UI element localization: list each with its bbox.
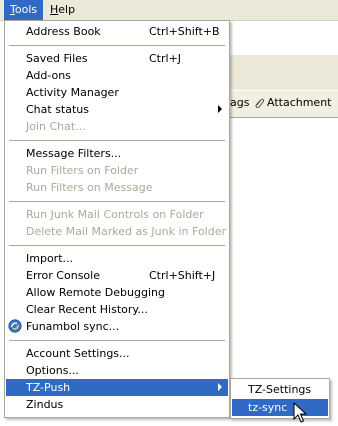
submenu-item-label: TZ-Settings — [248, 383, 312, 396]
menu-item-account-settings[interactable]: Account Settings... — [6, 345, 228, 362]
funambol-icon — [8, 319, 22, 333]
menu-item-label: TZ-Push — [26, 381, 71, 394]
menu-separator — [9, 201, 225, 202]
menu-help-label: elp — [58, 3, 76, 16]
menu-item-label: Join Chat... — [26, 120, 86, 133]
menu-item-label: Chat status — [26, 103, 90, 116]
menu-item-label: Funambol sync... — [26, 320, 120, 333]
menu-item-label: Saved Files — [26, 52, 88, 65]
menu-item-label: Run Junk Mail Controls on Folder — [26, 208, 204, 221]
menu-item-label: Allow Remote Debugging — [26, 286, 165, 299]
background-toolbar: ags Attachment — [230, 90, 338, 118]
menu-bar: Tools Help — [0, 0, 338, 21]
menu-item-activity-manager[interactable]: Activity Manager — [6, 84, 228, 101]
menu-item-label: Message Filters... — [26, 147, 122, 160]
menu-item-label: Clear Recent History... — [26, 303, 148, 316]
toolbar-tags-fragment[interactable]: ags — [230, 96, 249, 109]
tz-push-submenu: TZ-Settings tz-sync — [230, 378, 330, 419]
menu-item-run-filters-message: Run Filters on Message — [6, 179, 228, 196]
submenu-arrow-icon — [218, 105, 222, 113]
menu-item-tz-push[interactable]: TZ-Push — [6, 379, 228, 396]
menu-tools[interactable]: Tools — [4, 0, 44, 20]
submenu-arrow-icon — [218, 383, 222, 391]
menu-separator — [9, 245, 225, 246]
menu-item-run-filters-folder: Run Filters on Folder — [6, 162, 228, 179]
menu-item-label: Delete Mail Marked as Junk in Folder — [26, 225, 226, 238]
menu-item-label: Import... — [26, 252, 73, 265]
tools-menu: Address Book Ctrl+Shift+B Saved Files Ctrl… — [4, 20, 230, 418]
submenu-item-tz-sync[interactable]: tz-sync — [232, 399, 328, 416]
menu-separator — [9, 340, 225, 341]
menu-item-shortcut: Ctrl+Shift+J — [149, 269, 216, 282]
menu-item-join-chat: Join Chat... — [6, 118, 228, 135]
menu-separator — [9, 140, 225, 141]
background-panel — [230, 55, 338, 90]
menu-item-delete-junk: Delete Mail Marked as Junk in Folder — [6, 223, 228, 240]
menu-item-label: Options... — [26, 364, 79, 377]
menu-item-shortcut: Ctrl+J — [149, 52, 182, 65]
menu-item-label: Activity Manager — [26, 86, 119, 99]
menu-item-remote-debugging[interactable]: Allow Remote Debugging — [6, 284, 228, 301]
menu-item-label: Run Filters on Folder — [26, 164, 139, 177]
submenu-item-label: tz-sync — [248, 401, 288, 414]
menu-item-run-junk-controls: Run Junk Mail Controls on Folder — [6, 206, 228, 223]
menu-item-error-console[interactable]: Error Console Ctrl+Shift+J — [6, 267, 228, 284]
menu-item-label: Account Settings... — [26, 347, 130, 360]
menu-item-label: Address Book — [26, 25, 101, 38]
menu-item-message-filters[interactable]: Message Filters... — [6, 145, 228, 162]
menu-item-import[interactable]: Import... — [6, 250, 228, 267]
menu-item-funambol-sync[interactable]: Funambol sync... — [6, 318, 228, 335]
menu-item-label: Run Filters on Message — [26, 181, 153, 194]
menu-item-shortcut: Ctrl+Shift+B — [149, 25, 220, 38]
paperclip-icon — [255, 98, 265, 108]
menu-tools-label: ools — [14, 3, 38, 16]
menu-item-add-ons[interactable]: Add-ons — [6, 67, 228, 84]
toolbar-attachment-label: Attachment — [267, 96, 332, 109]
submenu-item-tz-settings[interactable]: TZ-Settings — [232, 381, 328, 398]
menu-item-options[interactable]: Options... — [6, 362, 228, 379]
menu-item-clear-history[interactable]: Clear Recent History... — [6, 301, 228, 318]
menu-help[interactable]: Help — [44, 0, 81, 20]
mouse-cursor-icon — [293, 402, 307, 423]
menu-item-zindus[interactable]: Zindus — [6, 396, 228, 413]
menu-item-address-book[interactable]: Address Book Ctrl+Shift+B — [6, 23, 228, 40]
menu-item-label: Zindus — [26, 398, 64, 411]
menu-item-saved-files[interactable]: Saved Files Ctrl+J — [6, 50, 228, 67]
menu-item-label: Error Console — [26, 269, 100, 282]
toolbar-attachment-button[interactable]: Attachment — [254, 96, 332, 109]
menu-item-chat-status[interactable]: Chat status — [6, 101, 228, 118]
menu-separator — [9, 45, 225, 46]
menu-item-label: Add-ons — [26, 69, 71, 82]
